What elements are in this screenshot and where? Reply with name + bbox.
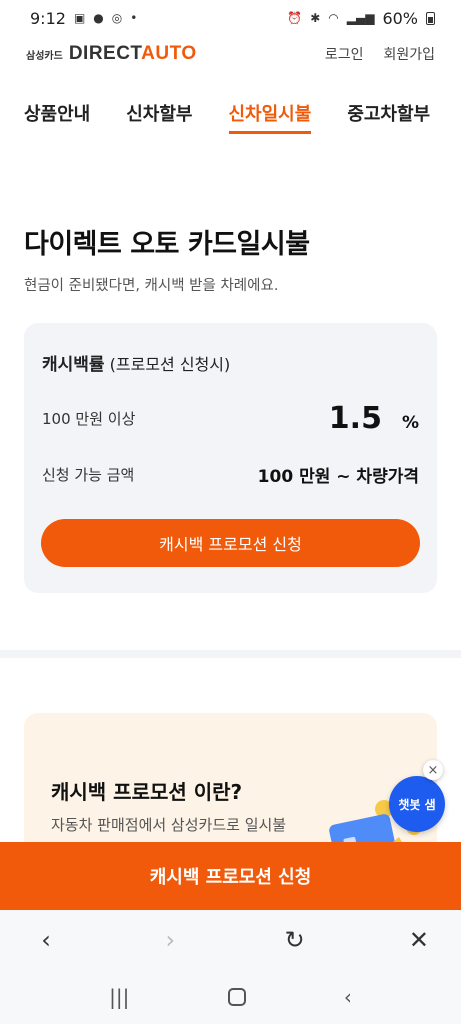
- tab-used-car-installment[interactable]: 중고차할부: [347, 100, 430, 134]
- header-links: 로그인 회원가입: [325, 44, 435, 64]
- amount-row: 신청 가능 금액 100 만원 ~ 차량가격: [42, 462, 419, 487]
- status-right: ⏰ ✱ ◠ ▂▄▆ 60%: [287, 9, 435, 28]
- login-link[interactable]: 로그인: [325, 44, 364, 64]
- reload-icon[interactable]: ↻: [283, 926, 307, 954]
- rate-label: 100 만원 이상: [42, 410, 136, 428]
- signal-icon: ▂▄▆: [346, 11, 375, 25]
- card-title-note: (프로모션 신청시): [109, 355, 231, 374]
- signup-link[interactable]: 회원가입: [383, 44, 435, 64]
- alarm-icon: ⏰: [287, 11, 303, 25]
- tab-new-car-lump-sum[interactable]: 신차일시불: [228, 100, 311, 134]
- rate: 1.5 %: [329, 401, 419, 436]
- sync-icon: ◎: [111, 11, 123, 25]
- rate-unit: %: [401, 413, 419, 433]
- status-time: 9:12: [30, 8, 66, 28]
- forward-icon[interactable]: ›: [158, 926, 182, 954]
- apply-promotion-button[interactable]: 캐시백 프로모션 신청: [41, 519, 420, 567]
- dot-icon: •: [130, 11, 138, 25]
- bottom-apply-button[interactable]: 캐시백 프로모션 신청: [0, 842, 461, 910]
- amount-range: 100 만원 ~ 차량가격: [257, 467, 419, 487]
- promo-title: 캐시백 프로모션 이란?: [51, 780, 243, 804]
- card-title: 캐시백률 (프로모션 신청시): [42, 350, 230, 375]
- home-icon[interactable]: [227, 988, 246, 1006]
- section-divider: [0, 650, 461, 658]
- logo[interactable]: 삼성카드 DIRECTAUTO: [26, 43, 197, 65]
- category-tabs: 상품안내 신차할부 신차일시불 중고차할부 중: [0, 100, 461, 140]
- chatbot-button[interactable]: 챗봇 샘: [389, 776, 445, 832]
- system-navigation: ||| ‹: [0, 970, 461, 1024]
- cashback-rate-card: 캐시백률 (프로모션 신청시) 100 만원 이상 1.5 % 신청 가능 금액…: [24, 323, 437, 593]
- battery-icon: [426, 11, 435, 25]
- close-icon[interactable]: ✕: [407, 926, 431, 954]
- logo-sub: 삼성카드: [26, 50, 63, 62]
- talk-icon: ●: [93, 11, 104, 25]
- recent-apps-icon[interactable]: |||: [109, 985, 129, 1009]
- page-subtitle: 현금이 준비됐다면, 캐시백 받을 차례에요.: [24, 278, 279, 294]
- tab-new-car-installment[interactable]: 신차할부: [126, 100, 192, 134]
- logo-wordmark: DIRECTAUTO: [69, 43, 197, 65]
- gallery-icon: ▣: [73, 11, 86, 25]
- tab-product-info[interactable]: 상품안내: [24, 100, 90, 134]
- rate-value: 1.5: [328, 401, 382, 436]
- card-title-bold: 캐시백률: [42, 355, 105, 375]
- wifi-icon: ◠: [328, 11, 339, 25]
- back-icon[interactable]: ‹: [34, 926, 58, 954]
- bluetooth-icon: ✱: [310, 11, 321, 25]
- browser-toolbar: ‹ › ↻ ✕: [0, 910, 461, 970]
- logo-direct: DIRECT: [68, 43, 142, 64]
- logo-auto: AUTO: [141, 43, 197, 64]
- battery-percent: 60%: [382, 8, 418, 28]
- rate-row: 100 만원 이상 1.5 %: [42, 401, 419, 436]
- status-left: 9:12 ▣ ● ◎ •: [30, 9, 137, 28]
- site-header: 삼성카드 DIRECTAUTO 로그인 회원가입: [0, 40, 461, 68]
- status-bar: 9:12 ▣ ● ◎ • ⏰ ✱ ◠ ▂▄▆ 60%: [0, 0, 461, 36]
- system-back-icon[interactable]: ‹: [344, 985, 352, 1009]
- amount-label: 신청 가능 금액: [42, 466, 135, 484]
- chatbot-close-icon[interactable]: ×: [423, 760, 443, 780]
- page-title: 다이렉트 오토 카드일시불: [24, 229, 310, 260]
